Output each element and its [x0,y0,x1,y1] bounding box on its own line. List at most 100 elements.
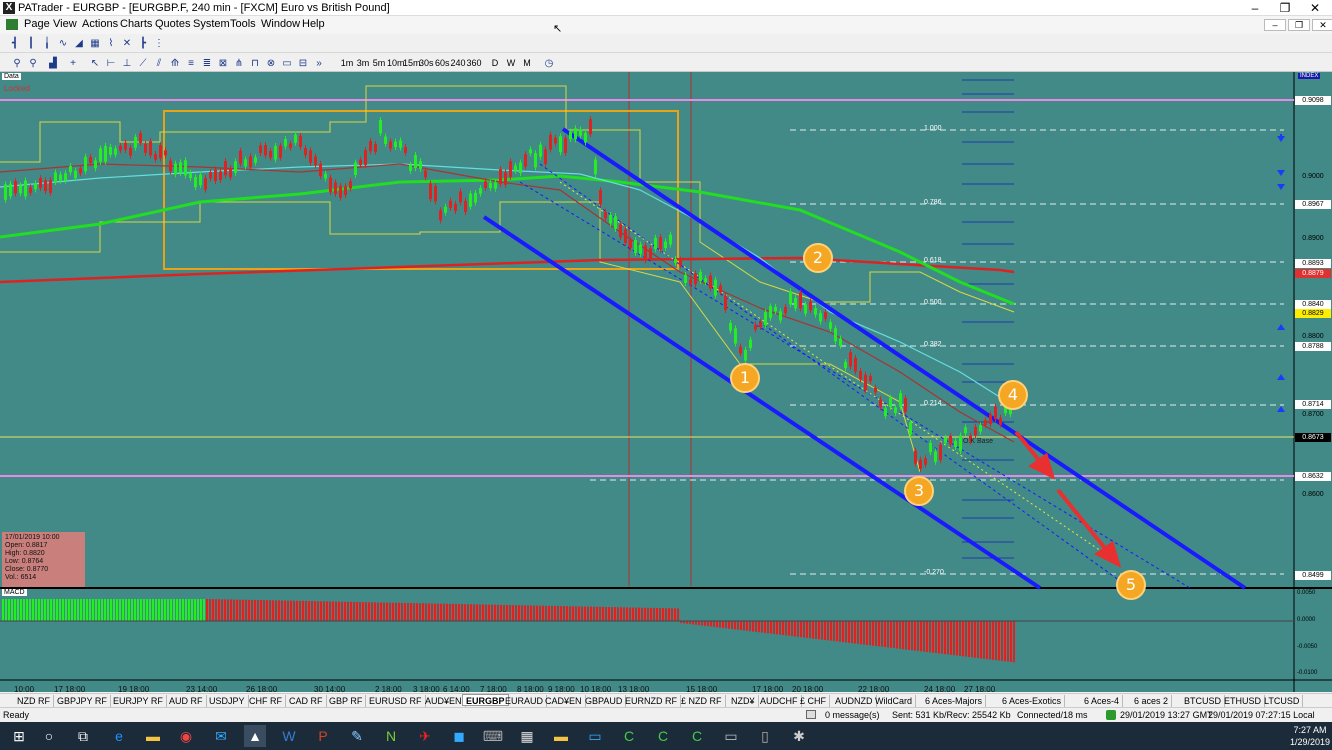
symbol-tab[interactable]: AUDCHF [757,695,802,707]
menu-charts[interactable]: Charts [120,18,152,30]
pan-icon[interactable]: ⚲ [26,57,40,70]
symbol-tab[interactable]: EURUSD RF [366,695,426,707]
folder-icon[interactable]: ▬ [550,725,572,747]
puzzle-icon[interactable]: ✱ [788,725,810,747]
tf-30s[interactable]: 30s [419,57,434,69]
message-icon[interactable] [806,710,816,719]
outlook-icon[interactable]: ✉ [210,725,232,747]
rectangle-icon[interactable]: ▭ [280,57,294,70]
trendline-icon[interactable]: ⟋ [136,57,150,70]
candle-chart-icon[interactable]: ┃ [24,37,38,50]
symbol-tab[interactable]: AUD RF [166,695,207,707]
patrader-icon[interactable]: ▲ [244,725,266,747]
pointfigure-chart-icon[interactable]: ✕ [120,37,134,50]
menu-actions[interactable]: Actions [82,18,118,30]
edge-icon[interactable]: e [108,725,130,747]
vline-icon[interactable]: ⊥ [120,57,134,70]
more-tools-icon[interactable]: » [312,57,326,70]
symbol-tab[interactable]: AUD¥EN [422,695,466,707]
monitor-icon[interactable]: ▭ [584,725,606,747]
symbol-tab[interactable]: GBP RF [326,695,367,707]
search-icon[interactable]: ○ [38,725,60,747]
symbol-tab[interactable]: 6 Aces-4 [1081,695,1124,707]
symbol-tab[interactable]: LTCUSD [1261,695,1304,707]
word-icon[interactable]: W [278,725,300,747]
ellipse-icon[interactable]: ⊗ [264,57,278,70]
tf-60s[interactable]: 60s [435,57,450,69]
menu-help[interactable]: Help [302,18,325,30]
crosshair-icon[interactable]: + [66,57,80,70]
maximize-button[interactable]: ❐ [1270,0,1300,16]
price-chart[interactable]: Data Locked INDEX MACD O.K Base 17/01/20… [0,72,1332,692]
menu-window[interactable]: Window [261,18,300,30]
tf-10m[interactable]: 10m [387,57,405,69]
bar-chart-alt-icon[interactable]: ┣ [136,37,150,50]
menu-view[interactable]: View [53,18,77,30]
symbol-tab[interactable]: GBPJPY RF [54,695,111,707]
settings-icon[interactable]: ⋮ [152,37,166,50]
notes-icon[interactable]: ✎ [346,725,368,747]
powerpoint-icon[interactable]: P [312,725,334,747]
bar-chart-icon[interactable]: ┫ [8,37,22,50]
symbol-tab[interactable]: CAD¥EN [542,695,586,707]
tf-d[interactable]: D [489,57,501,69]
symbol-tab[interactable]: GBPAUD [582,695,627,707]
menu-page[interactable]: Page [24,18,50,30]
zoom-icon[interactable]: ⚲ [10,57,24,70]
fib-retracement-icon[interactable]: ≡ [184,57,198,70]
symbol-tab[interactable]: EURNZD RF [622,695,681,707]
task-view-icon[interactable]: ⧉ [72,725,94,747]
minimize-button[interactable]: – [1240,0,1270,16]
tf-1m[interactable]: 1m [340,57,354,69]
pointer-icon[interactable]: ↖ [88,57,102,70]
hollow-candle-icon[interactable]: ╽ [40,37,54,50]
kagi-chart-icon[interactable]: ⌇ [104,37,118,50]
zoom-meeting-icon[interactable]: ◼ [448,725,470,747]
channel-icon[interactable]: ⫽ [152,57,166,70]
menu-system[interactable]: System [193,18,230,30]
fib-extension-icon[interactable]: ≣ [200,57,214,70]
pitchfork-icon[interactable]: ⋔ [232,57,246,70]
chart-icon[interactable] [6,19,18,30]
chrome-icon[interactable]: ◉ [175,725,197,747]
symbol-tab[interactable]: NZD¥ [728,695,759,707]
gann-icon[interactable]: ⊠ [216,57,230,70]
symbol-tab[interactable]: EURAUD [502,695,548,707]
symbol-tab[interactable]: BTCUSD [1181,695,1226,707]
line-chart-icon[interactable]: ∿ [56,37,70,50]
camtasia-recorder-icon[interactable]: C [652,725,674,747]
tf-m[interactable]: M [521,57,533,69]
symbol-tab[interactable]: 6 aces 2 [1131,695,1173,707]
camtasia-icon[interactable]: C [618,725,640,747]
tablet-icon[interactable]: ▯ [754,725,776,747]
calculator-icon[interactable]: ▦ [516,725,538,747]
symbol-tab[interactable]: EURJPY RF [110,695,167,707]
keyboard-icon[interactable]: ⌨ [482,725,504,747]
tf-3m[interactable]: 3m [356,57,370,69]
area-chart-icon[interactable]: ◢ [72,37,86,50]
tf-15m[interactable]: 15m [403,57,421,69]
explorer-icon[interactable]: ▬ [142,725,164,747]
symbol-tab[interactable]: NZD RF [14,695,54,707]
symbol-tab[interactable]: CHF RF [246,695,286,707]
symbol-tab[interactable]: 6 Aces-Exotics [999,695,1066,707]
mdi-close-button[interactable]: ✕ [1312,19,1332,31]
symbol-tab[interactable]: WildCard [872,695,917,707]
symbol-tab[interactable]: CAD RF [286,695,327,707]
symbol-tab[interactable]: AUDNZD [832,695,877,707]
cycle-icon[interactable]: ⊓ [248,57,262,70]
tf-w[interactable]: W [505,57,517,69]
app-window-icon[interactable]: ▭ [720,725,742,747]
tf-5m[interactable]: 5m [372,57,386,69]
symbol-tab[interactable]: £ CHF [797,695,831,707]
symbol-tab[interactable]: 6 Aces-Majors [922,695,987,707]
tf-360[interactable]: 360 [466,57,482,69]
indicator-icon[interactable]: ▟ [46,57,60,70]
text-icon[interactable]: ⊟ [296,57,310,70]
renko-chart-icon[interactable]: ▦ [88,37,102,50]
symbol-tab[interactable]: USDJPY [206,695,249,707]
close-button[interactable]: ✕ [1300,0,1330,16]
clock-icon[interactable]: ◷ [542,57,556,70]
symbol-tab[interactable]: ETHUSD [1221,695,1266,707]
symbol-tab[interactable]: £ NZD RF [678,695,726,707]
